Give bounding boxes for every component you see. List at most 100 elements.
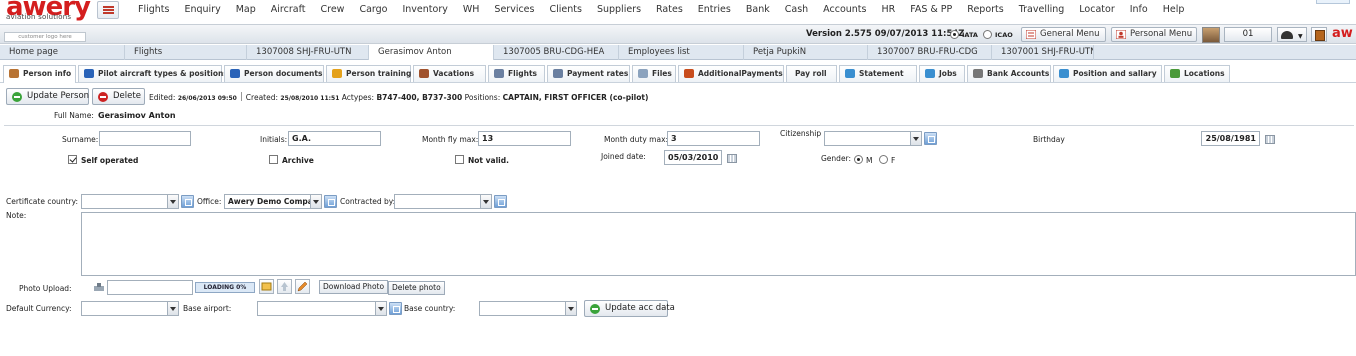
nav-item-enquiry[interactable]: Enquiry xyxy=(184,4,220,15)
iata-radio[interactable] xyxy=(950,30,959,39)
subtab-person-documents[interactable]: Person documents xyxy=(224,65,324,82)
update-acc-data-button[interactable]: Update acc data xyxy=(584,300,675,317)
personal-menu-button[interactable]: Personal Menu xyxy=(1111,27,1197,42)
nav-item-clients[interactable]: Clients xyxy=(549,4,581,15)
archive-checkbox[interactable] xyxy=(269,155,278,164)
subtab-vacations[interactable]: Vacations xyxy=(413,65,486,82)
nav-item-flights[interactable]: Flights xyxy=(138,4,169,15)
nav-item-wh[interactable]: WH xyxy=(463,4,480,15)
calendar-icon[interactable] xyxy=(727,154,737,163)
download-photo-button[interactable]: Download Photo xyxy=(319,280,389,294)
nav-item-info[interactable]: Info xyxy=(1130,4,1148,15)
nav-item-accounts[interactable]: Accounts xyxy=(823,4,866,15)
subtab-pay-roll[interactable]: Pay roll xyxy=(786,65,837,82)
general-menu-button[interactable]: General Menu xyxy=(1021,27,1106,42)
month-fly-input[interactable]: 13 xyxy=(478,131,571,146)
nav-item-services[interactable]: Services xyxy=(494,4,534,15)
nav-item-locator[interactable]: Locator xyxy=(1079,4,1114,15)
pilot-hat-dropdown[interactable]: ▼ xyxy=(1277,27,1307,42)
note-textarea[interactable] xyxy=(81,212,1356,276)
user-avatar[interactable] xyxy=(1202,27,1220,43)
subtab-person-training[interactable]: Person training xyxy=(326,65,411,82)
month-duty-input[interactable]: 3 xyxy=(667,131,760,146)
subtab-person-info[interactable]: Person info xyxy=(3,65,76,83)
page-tab-2[interactable]: 1307008 SHJ-FRU-UTN xyxy=(247,45,369,60)
not-valid-checkbox[interactable] xyxy=(455,155,464,164)
nav-item-travelling[interactable]: Travelling xyxy=(1019,4,1065,15)
page-tab-7[interactable]: 1307007 BRU-FRU-CDG xyxy=(868,45,992,60)
office-picker-icon[interactable] xyxy=(324,195,337,208)
page-tab-0[interactable]: Home page xyxy=(0,45,125,60)
nav-item-suppliers[interactable]: Suppliers xyxy=(597,4,641,15)
surname-input[interactable] xyxy=(99,131,191,146)
page-tab-3[interactable]: Gerasimov Anton xyxy=(369,45,494,60)
edit-pencil-icon[interactable] xyxy=(295,279,310,294)
certificate-country-picker-icon[interactable] xyxy=(181,195,194,208)
page-tab-5[interactable]: Employees list xyxy=(619,45,744,60)
icao-radio[interactable] xyxy=(983,30,992,39)
nav-item-aircraft[interactable]: Aircraft xyxy=(271,4,306,15)
joined-date-input[interactable]: 05/03/2010 xyxy=(664,150,722,165)
person-icon xyxy=(9,69,19,78)
contracted-by-select[interactable] xyxy=(394,194,492,209)
user-code-field[interactable]: 01 xyxy=(1224,27,1272,42)
update-person-button[interactable]: Update Person xyxy=(6,88,89,105)
contracted-by-picker-icon[interactable] xyxy=(494,195,507,208)
upload-icon[interactable] xyxy=(93,281,108,296)
icao-label: ICAO xyxy=(995,31,1013,39)
nav-item-bank[interactable]: Bank xyxy=(746,4,770,15)
delete-photo-button[interactable]: Delete photo xyxy=(388,281,445,295)
initials-input[interactable]: G.A. xyxy=(288,131,381,146)
nav-item-fas-pp[interactable]: FAS & PP xyxy=(910,4,952,15)
page-tab-6[interactable]: Petja PupkiN xyxy=(744,45,868,60)
subtab-pilot-aircraft-types-positions[interactable]: Pilot aircraft types & positions xyxy=(78,65,228,82)
nav-item-hr[interactable]: HR xyxy=(881,4,895,15)
default-currency-select[interactable] xyxy=(81,301,179,316)
base-airport-picker-icon[interactable] xyxy=(389,302,402,315)
book-icon[interactable] xyxy=(1311,27,1327,42)
citizenship-picker-icon[interactable] xyxy=(924,132,937,145)
page-tab-1[interactable]: Flights xyxy=(125,45,247,60)
nav-item-entries[interactable]: Entries xyxy=(698,4,731,15)
gender-female-radio[interactable] xyxy=(879,155,888,164)
nav-item-crew[interactable]: Crew xyxy=(320,4,344,15)
certificate-country-select[interactable] xyxy=(81,194,179,209)
corner-widget[interactable] xyxy=(1316,0,1350,4)
subtab-payment-rates[interactable]: Payment rates xyxy=(547,65,630,82)
office-select[interactable]: Awery Demo Compan xyxy=(224,194,322,209)
birthday-input[interactable]: 25/08/1981 xyxy=(1201,131,1260,146)
subtab-locations[interactable]: Locations xyxy=(1164,65,1230,82)
nav-item-map[interactable]: Map xyxy=(236,4,256,15)
nav-item-cash[interactable]: Cash xyxy=(785,4,808,15)
calendar-icon[interactable] xyxy=(1265,135,1275,144)
nav-item-help[interactable]: Help xyxy=(1163,4,1185,15)
photo-file-input[interactable] xyxy=(107,280,193,295)
nav-item-reports[interactable]: Reports xyxy=(967,4,1003,15)
nav-item-rates[interactable]: Rates xyxy=(656,4,683,15)
upload-arrow-icon[interactable] xyxy=(277,279,292,294)
subtab-additionalpayments[interactable]: AdditionalPayments xyxy=(678,65,784,82)
subtab-jobs[interactable]: Jobs xyxy=(919,65,965,82)
base-country-select[interactable] xyxy=(479,301,577,316)
nav-item-cargo[interactable]: Cargo xyxy=(359,4,387,15)
subtab-statement[interactable]: Statement xyxy=(839,65,917,82)
nav-item-inventory[interactable]: Inventory xyxy=(402,4,447,15)
subtab-bank-accounts[interactable]: Bank Accounts xyxy=(967,65,1051,82)
hamburger-menu-icon[interactable] xyxy=(97,1,119,19)
subtab-label: Person documents xyxy=(244,69,323,78)
created-value: 25/08/2010 11:51 xyxy=(280,95,340,102)
surname-label: Surname: xyxy=(62,135,99,144)
citizenship-select[interactable] xyxy=(824,131,922,146)
browse-icon[interactable] xyxy=(259,279,274,294)
page-tab-4[interactable]: 1307005 BRU-CDG-HEA xyxy=(494,45,619,60)
subtab-position-and-sallary[interactable]: Position and sallary xyxy=(1053,65,1162,82)
base-airport-select[interactable] xyxy=(257,301,387,316)
subtab-files[interactable]: Files xyxy=(632,65,676,82)
self-operated-checkbox[interactable] xyxy=(68,155,77,164)
delete-button[interactable]: Delete xyxy=(92,88,145,105)
subtab-flights[interactable]: Flights xyxy=(488,65,545,82)
gender-male-radio[interactable] xyxy=(854,155,863,164)
awery-logo[interactable]: awery aviation solutions xyxy=(4,0,91,24)
page-tab-8[interactable]: 1307001 SHJ-FRU-UTN xyxy=(992,45,1094,60)
person-form: Full Name: Gerasimov Anton Surname: Init… xyxy=(0,107,1356,356)
